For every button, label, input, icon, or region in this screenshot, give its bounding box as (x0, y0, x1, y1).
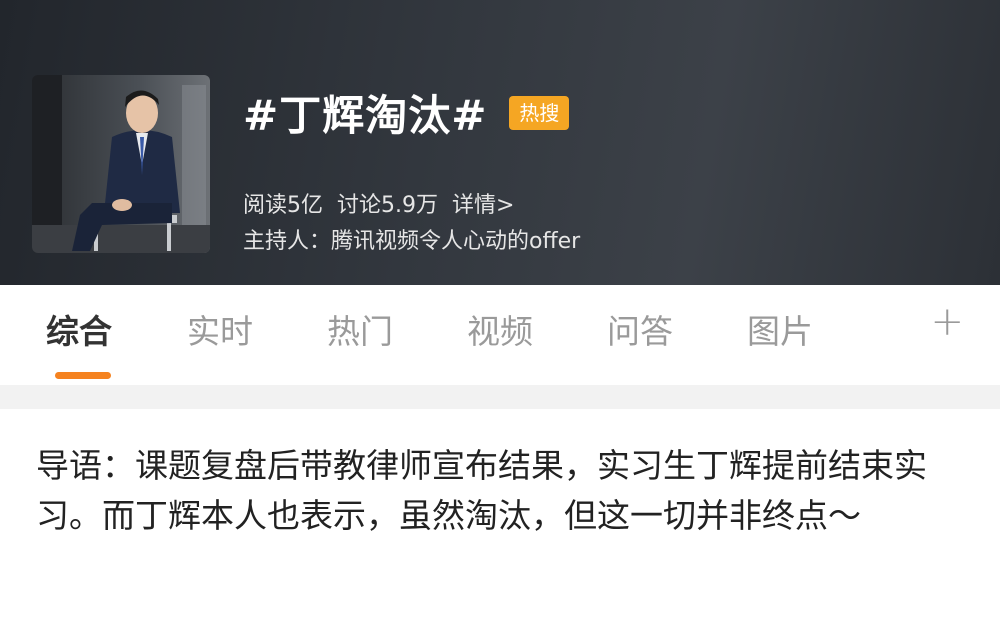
topic-intro: 导语：课题复盘后带教律师宣布结果，实习生丁辉提前结束实习。而丁辉本人也表示，虽然… (36, 446, 927, 535)
tab-comprehensive[interactable]: 综合 (46, 305, 112, 353)
discussion-count: 讨论5.9万 (337, 193, 438, 218)
details-link[interactable]: 详情> (452, 187, 514, 219)
section-divider (0, 385, 1000, 409)
tab-realtime[interactable]: 实时 (187, 305, 253, 353)
thumbnail-image (32, 75, 210, 253)
topic-title-row: #丁辉淘汰# 热搜 (243, 82, 570, 143)
topic-stats: 阅读5亿 讨论5.9万 详情> (243, 187, 514, 219)
tab-images[interactable]: 图片 (747, 305, 813, 353)
hot-search-badge: 热搜 (509, 95, 570, 130)
tab-qa[interactable]: 问答 (607, 305, 673, 353)
tab-video[interactable]: 视频 (467, 305, 533, 353)
topic-host[interactable]: 主持人：腾讯视频令人心动的offer (243, 223, 580, 255)
topic-title: #丁辉淘汰# (243, 91, 488, 140)
active-tab-indicator (55, 372, 111, 379)
topic-thumbnail[interactable] (32, 75, 210, 253)
tab-bar: 综合 实时 热门 视频 问答 图片 (0, 285, 1000, 385)
topic-header: #丁辉淘汰# 热搜 阅读5亿 讨论5.9万 详情> 主持人：腾讯视频令人心动的o… (0, 0, 1000, 285)
add-tab-icon[interactable]: + (930, 300, 964, 344)
tab-hot[interactable]: 热门 (327, 305, 393, 353)
read-count: 阅读5亿 (243, 193, 323, 218)
